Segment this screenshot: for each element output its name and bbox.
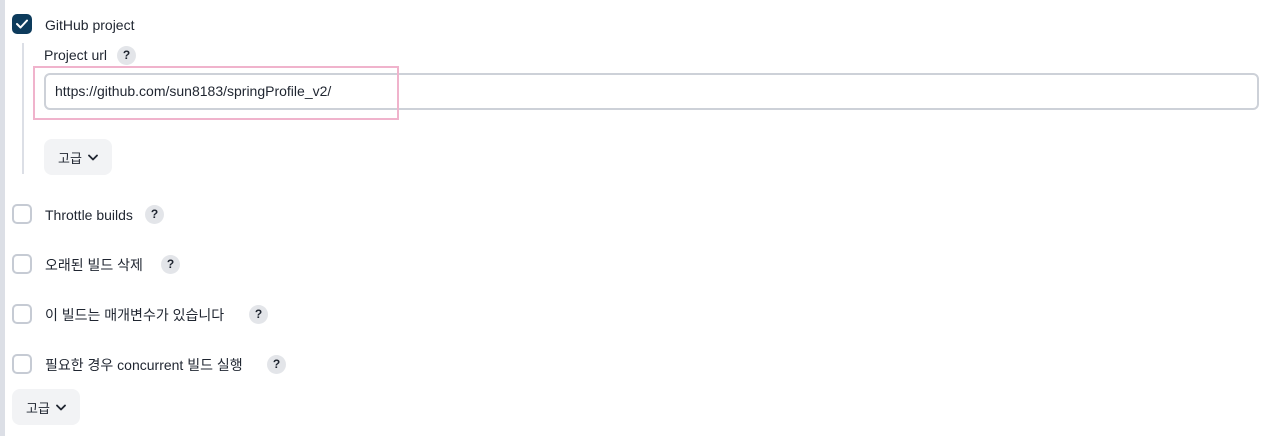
concurrent-builds-label: 필요한 경우 concurrent 빌드 실행 [45, 357, 243, 373]
project-url-input[interactable]: https://github.com/sun8183/springProfile… [44, 73, 1259, 110]
throttle-builds-help-icon[interactable]: ? [145, 205, 164, 224]
github-advanced-button[interactable]: 고급 [44, 139, 112, 175]
github-advanced-label: 고급 [58, 150, 82, 166]
concurrent-builds-help-icon[interactable]: ? [267, 355, 286, 374]
github-project-checkbox[interactable] [12, 14, 32, 34]
parameterized-build-checkbox[interactable] [12, 304, 32, 324]
concurrent-builds-checkbox[interactable] [12, 354, 32, 374]
nested-section-line [22, 43, 24, 174]
chevron-down-icon [56, 404, 66, 410]
github-project-label: GitHub project [45, 17, 135, 33]
chevron-down-icon [88, 154, 98, 160]
throttle-builds-checkbox[interactable] [12, 204, 32, 224]
discard-old-builds-help-icon[interactable]: ? [161, 255, 180, 274]
project-url-label: Project url [44, 47, 108, 63]
project-url-help-icon[interactable]: ? [117, 46, 136, 65]
discard-old-builds-label: 오래된 빌드 삭제 [45, 257, 143, 273]
advanced-label: 고급 [26, 400, 50, 416]
page: GitHub project Project url ? https://git… [0, 0, 1272, 436]
throttle-builds-label: Throttle builds [45, 207, 133, 223]
left-rail [0, 0, 5, 436]
parameterized-build-label: 이 빌드는 매개변수가 있습니다 [45, 307, 225, 323]
advanced-button[interactable]: 고급 [12, 389, 80, 425]
discard-old-builds-checkbox[interactable] [12, 254, 32, 274]
parameterized-build-help-icon[interactable]: ? [249, 305, 268, 324]
check-icon [16, 19, 28, 29]
